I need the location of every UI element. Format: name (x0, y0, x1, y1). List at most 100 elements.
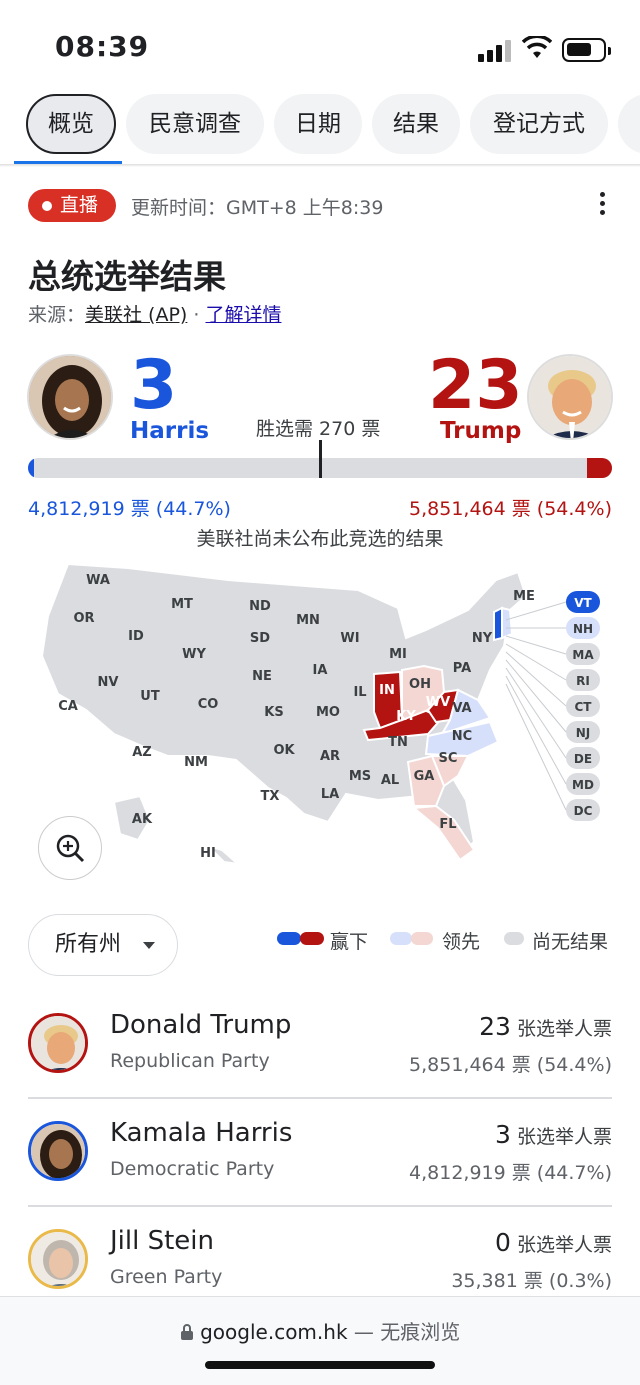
candidate-electoral-votes: 0 张选举人票 (495, 1228, 612, 1257)
candidate-popular-vote: 35,381 票 (0.3%) (451, 1270, 612, 1292)
state-label-nv: NV (98, 675, 119, 690)
us-electoral-map[interactable]: WA MT ND OR MN ID SD WI WY MI NY ME NE IA PA OH IN NV UT CO… (28, 550, 612, 880)
state-label-fl: FL (439, 817, 456, 832)
tab-polls[interactable]: 民意调查 (126, 94, 264, 154)
tab-dates[interactable]: 日期 (274, 94, 362, 154)
state-callout-line (505, 675, 567, 785)
harris-avatar (27, 354, 113, 440)
signal-icon (478, 40, 512, 62)
state-label-tn: TN (388, 735, 408, 750)
state-label-wa: WA (86, 573, 110, 588)
harris-portrait-icon (29, 356, 111, 438)
source-link[interactable]: 美联社 (AP) (85, 304, 187, 326)
state-label-nm: NM (184, 755, 208, 770)
state-callout-line (505, 635, 567, 655)
state-label-in: IN (379, 683, 395, 698)
harris-progress (28, 458, 34, 478)
tab-bar-shadow (0, 164, 640, 167)
tab-more[interactable] (618, 94, 640, 154)
state-chip-label-ct: CT (575, 700, 593, 714)
ev-unit: 张选举人票 (510, 1018, 612, 1040)
state-chip-label-nh: NH (573, 622, 593, 636)
state-label-va: VA (452, 701, 471, 716)
dropdown-arrow-icon (143, 942, 155, 949)
tab-bar: 概览 民意调查 日期 结果 登记方式 (0, 92, 640, 164)
state-label-ok: OK (273, 743, 295, 758)
legend-leading-label: 领先 (442, 931, 481, 953)
more-options-icon[interactable] (596, 192, 608, 220)
status-bar: 08:39 (0, 0, 640, 90)
state-filter-value: 所有州 (55, 932, 122, 957)
state-label-ar: AR (320, 749, 340, 764)
lock-icon (180, 1324, 193, 1340)
candidate-row-trump[interactable]: Donald Trump Republican Party 23 张选举人票 5… (28, 1000, 612, 1106)
state-vt (493, 606, 503, 642)
harris-electoral-votes: 3 (130, 346, 178, 425)
state-label-mt: MT (171, 597, 193, 612)
state-label-wy: WY (182, 647, 206, 662)
harris-popular-vote: 4,812,919 票 (44.7%) (28, 498, 231, 520)
state-filter-dropdown[interactable]: 所有州 (28, 914, 178, 976)
row-divider (28, 1097, 612, 1099)
state-callout-line (505, 659, 567, 733)
candidate-party: Green Party (110, 1266, 223, 1288)
state-chip-label-de: DE (574, 752, 592, 766)
tab-overview[interactable]: 概览 (26, 94, 116, 154)
candidate-electoral-votes: 23 张选举人票 (479, 1012, 612, 1041)
ap-note: 美联社尚未公布此竞选的结果 (196, 528, 444, 550)
trump-small-portrait-icon (31, 1016, 85, 1070)
source-prefix: 来源： (28, 304, 86, 326)
state-label-co: CO (198, 697, 219, 712)
state-chip-label-nj: NJ (576, 726, 591, 740)
state-label-la: LA (321, 787, 339, 802)
candidate-popular-vote: 5,851,464 票 (54.4%) (409, 1054, 612, 1076)
trump-portrait-icon (529, 356, 611, 438)
state-label-ms: MS (349, 769, 371, 784)
harris-small-portrait-icon (31, 1124, 85, 1178)
ev-count: 23 (479, 1012, 511, 1041)
state-label-ut: UT (140, 689, 160, 704)
state-chip-label-dc: DC (574, 804, 593, 818)
tab-registration[interactable]: 登记方式 (470, 94, 608, 154)
harris-row-avatar (28, 1121, 88, 1181)
home-indicator[interactable] (205, 1361, 435, 1369)
live-badge: 直播 (28, 189, 116, 222)
zoom-button[interactable] (38, 816, 102, 880)
state-label-sd: SD (250, 631, 270, 646)
state-label-al: AL (381, 773, 399, 788)
ev-count: 3 (495, 1120, 511, 1149)
candidate-name: Donald Trump (110, 1010, 292, 1040)
state-chip-label-vt: VT (574, 596, 592, 610)
wifi-icon (522, 36, 552, 58)
state-label-mn: MN (296, 613, 320, 628)
state-label-az: AZ (132, 745, 152, 760)
source-line: 来源：美联社 (AP) · 了解详情 (28, 300, 281, 327)
state-label-or: OR (73, 611, 94, 626)
ev-unit: 张选举人票 (510, 1234, 612, 1256)
state-callout-line (505, 643, 567, 681)
state-label-ga: GA (414, 769, 435, 784)
legend-no-result-label: 尚无结果 (532, 931, 609, 953)
url-bar[interactable]: google.com.hk — 无痕浏览 (0, 1316, 640, 1345)
tab-results[interactable]: 结果 (372, 94, 460, 154)
state-label-nc: NC (452, 729, 472, 744)
candidate-party: Republican Party (110, 1050, 270, 1072)
state-label-wv: WV (426, 695, 450, 710)
state-callout-line (505, 683, 567, 811)
trump-avatar (527, 354, 613, 440)
legend-lead-trump-swatch (411, 932, 433, 945)
candidate-name: Jill Stein (110, 1226, 214, 1256)
learn-more-link[interactable]: 了解详情 (205, 304, 281, 326)
battery-icon (562, 38, 611, 62)
candidate-name: Kamala Harris (110, 1118, 293, 1148)
state-chip-label-md: MD (572, 778, 594, 792)
state-label-hi: HI (200, 846, 216, 861)
legend-no-result-swatch (504, 932, 524, 945)
update-time: 更新时间：GMT+8 上午8:39 (131, 197, 384, 219)
state-callout-line (505, 667, 567, 759)
state-callout-line (505, 651, 567, 707)
candidate-row-harris[interactable]: Kamala Harris Democratic Party 3 张选举人票 4… (28, 1108, 612, 1214)
harris-label: Harris (130, 418, 210, 444)
trump-label: Trump (440, 418, 522, 444)
legend-won-harris-swatch (277, 932, 301, 945)
